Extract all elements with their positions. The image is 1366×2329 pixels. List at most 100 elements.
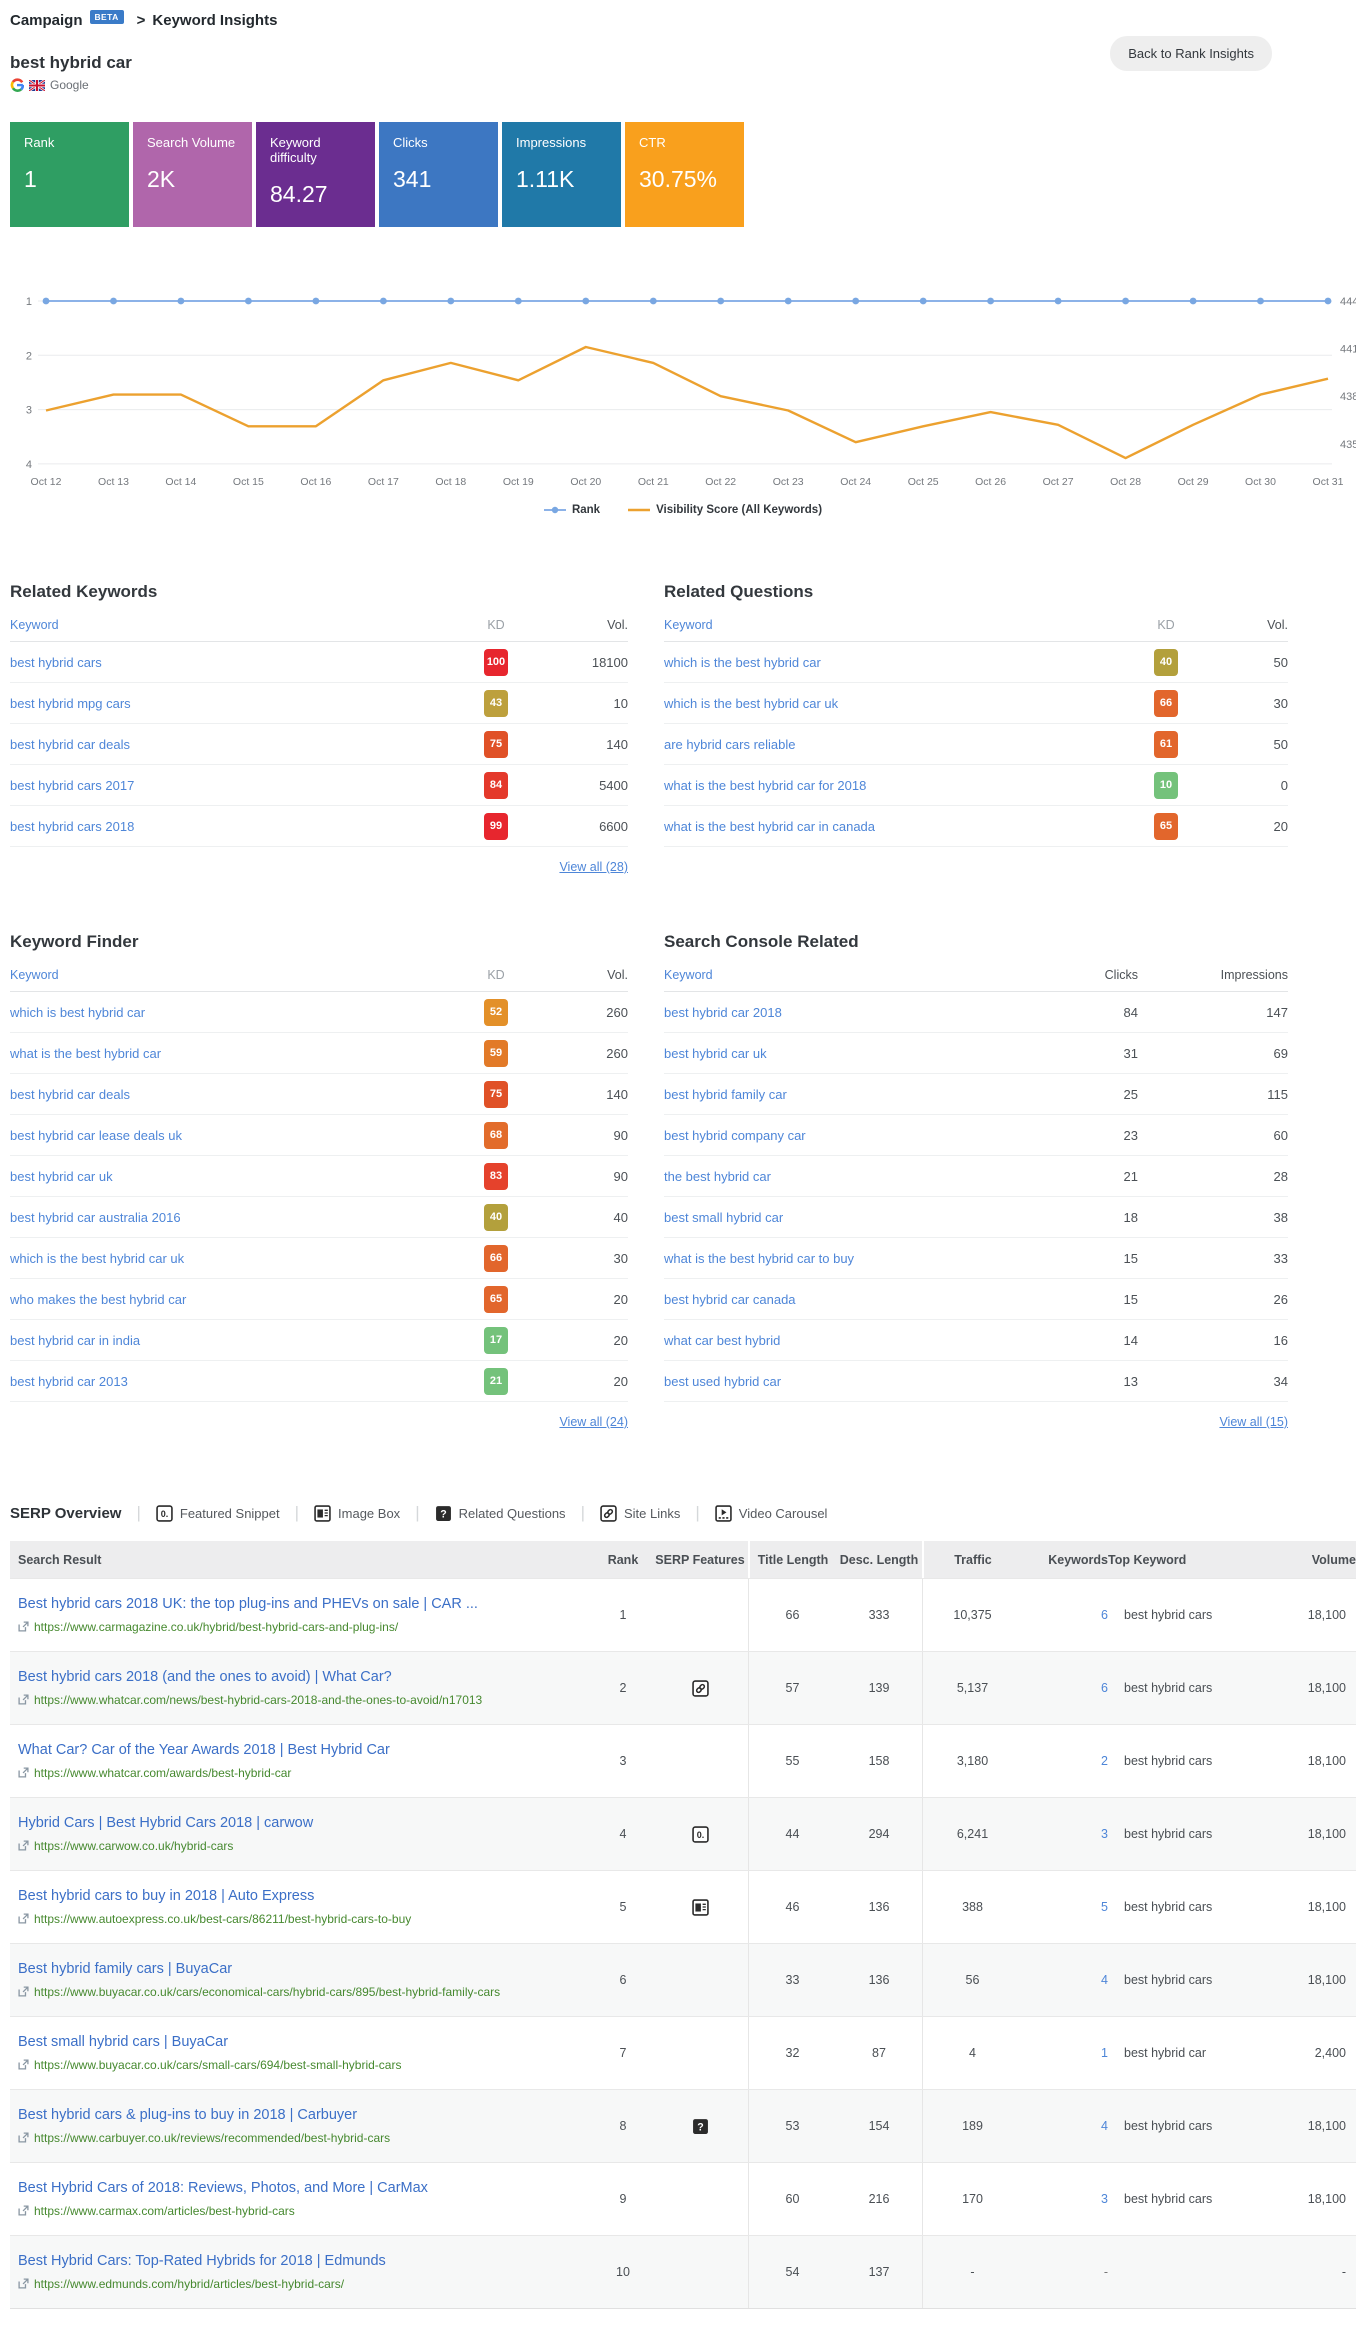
cell-keyword[interactable]: best hybrid mpg cars xyxy=(10,696,464,711)
rank-point[interactable] xyxy=(785,298,792,305)
table-header-row: KeywordKDVol. xyxy=(10,968,628,992)
rank-point[interactable] xyxy=(717,298,724,305)
serp-result-url[interactable]: https://www.whatcar.com/awards/best-hybr… xyxy=(34,1765,291,1781)
cell-keyword[interactable]: best hybrid cars xyxy=(10,655,464,670)
serp-result-title[interactable]: What Car? Car of the Year Awards 2018 | … xyxy=(18,1741,578,1759)
column-header-vol: Vol. xyxy=(1198,618,1288,632)
cell-keyword[interactable]: are hybrid cars reliable xyxy=(664,737,1134,752)
cell-keyword[interactable]: what is the best hybrid car xyxy=(10,1046,464,1061)
legend-item-rank[interactable]: Rank xyxy=(544,504,600,516)
cell-keyword[interactable]: best hybrid car lease deals uk xyxy=(10,1128,464,1143)
cell-keyword[interactable]: the best hybrid car xyxy=(664,1169,1048,1184)
serp-result-url[interactable]: https://www.carwow.co.uk/hybrid-cars xyxy=(34,1838,233,1854)
cell-keyword[interactable]: best hybrid car australia 2016 xyxy=(10,1210,464,1225)
cell-keyword[interactable]: best hybrid car 2018 xyxy=(664,1005,1048,1020)
cell-keyword[interactable]: what is the best hybrid car for 2018 xyxy=(664,778,1134,793)
rank-point[interactable] xyxy=(1055,298,1062,305)
rank-point[interactable] xyxy=(380,298,387,305)
serp-result-title[interactable]: Hybrid Cars | Best Hybrid Cars 2018 | ca… xyxy=(18,1814,578,1832)
serp-result-url[interactable]: https://www.buyacar.co.uk/cars/economica… xyxy=(34,1984,500,2000)
rank-point[interactable] xyxy=(447,298,454,305)
rank-point[interactable] xyxy=(515,298,522,305)
rank-point[interactable] xyxy=(582,298,589,305)
cell-keyword[interactable]: best used hybrid car xyxy=(664,1374,1048,1389)
serp-column-header: Desc. Length xyxy=(836,1541,922,1578)
serp-result-url[interactable]: https://www.edmunds.com/hybrid/articles/… xyxy=(34,2276,344,2292)
serp-result-url[interactable]: https://www.carbuyer.co.uk/reviews/recom… xyxy=(34,2130,390,2146)
serp-volume-cell: 18,100 xyxy=(1264,1798,1356,1870)
cell-keyword[interactable]: best hybrid car deals xyxy=(10,737,464,752)
cell-keyword[interactable]: best hybrid cars 2017 xyxy=(10,778,464,793)
rank-point[interactable] xyxy=(987,298,994,305)
serp-keywords-count[interactable]: 2 xyxy=(1101,1754,1108,1768)
rank-point[interactable] xyxy=(245,298,252,305)
cell-keyword[interactable]: which is best hybrid car xyxy=(10,1005,464,1020)
view-all-link[interactable]: View all (15) xyxy=(664,1415,1288,1429)
cell-keyword[interactable]: best hybrid car 2013 xyxy=(10,1374,464,1389)
serp-result-title[interactable]: Best hybrid cars & plug-ins to buy in 20… xyxy=(18,2106,578,2124)
table-row: which is the best hybrid car4050 xyxy=(664,642,1288,683)
cell-keyword[interactable]: best hybrid car deals xyxy=(10,1087,464,1102)
serp-keywords-count[interactable]: 3 xyxy=(1101,2192,1108,2206)
cell-vol: 90 xyxy=(528,1169,628,1184)
serp-keywords-count[interactable]: 4 xyxy=(1101,1973,1108,1987)
cell-keyword[interactable]: which is the best hybrid car uk xyxy=(10,1251,464,1266)
view-all-link[interactable]: View all (28) xyxy=(10,860,628,874)
cell-keyword[interactable]: best hybrid company car xyxy=(664,1128,1048,1143)
cell-keyword[interactable]: what is the best hybrid car to buy xyxy=(664,1251,1048,1266)
svg-text:444: 444 xyxy=(1340,296,1356,308)
serp-keywords-count[interactable]: 4 xyxy=(1101,2119,1108,2133)
rank-point[interactable] xyxy=(650,298,657,305)
serp-result-url[interactable]: https://www.autoexpress.co.uk/best-cars/… xyxy=(34,1911,411,1927)
cell-keyword[interactable]: who makes the best hybrid car xyxy=(10,1292,464,1307)
breadcrumb-campaign[interactable]: Campaign xyxy=(10,12,83,29)
kd-badge: 61 xyxy=(1154,731,1178,758)
serp-keywords-count[interactable]: 1 xyxy=(1101,2046,1108,2060)
rank-point[interactable] xyxy=(1122,298,1129,305)
serp-keywords-count[interactable]: 6 xyxy=(1101,1608,1108,1622)
serp-result-title[interactable]: Best hybrid cars 2018 (and the ones to a… xyxy=(18,1668,578,1686)
serp-title-length-cell: 57 xyxy=(748,1652,836,1724)
serp-result-url[interactable]: https://www.carmagazine.co.uk/hybrid/bes… xyxy=(34,1619,398,1635)
cell-keyword[interactable]: which is the best hybrid car uk xyxy=(664,696,1134,711)
rank-point[interactable] xyxy=(1257,298,1264,305)
serp-result-url[interactable]: https://www.whatcar.com/news/best-hybrid… xyxy=(34,1692,482,1708)
serp-result-url[interactable]: https://www.carmax.com/articles/best-hyb… xyxy=(34,2203,295,2219)
serp-keywords-count[interactable]: 3 xyxy=(1101,1827,1108,1841)
serp-result-title[interactable]: Best Hybrid Cars: Top-Rated Hybrids for … xyxy=(18,2252,578,2270)
serp-result-title[interactable]: Best hybrid cars 2018 UK: the top plug-i… xyxy=(18,1595,578,1613)
serp-result-url[interactable]: https://www.buyacar.co.uk/cars/small-car… xyxy=(34,2057,401,2073)
cell-vol: 20 xyxy=(528,1374,628,1389)
rank-point[interactable] xyxy=(1190,298,1197,305)
cell-impressions: 38 xyxy=(1138,1210,1288,1225)
cell-keyword[interactable]: best hybrid family car xyxy=(664,1087,1048,1102)
legend-item-visibility-score[interactable]: Visibility Score (All Keywords) xyxy=(628,504,822,516)
cell-vol: 18100 xyxy=(528,655,628,670)
view-all-link[interactable]: View all (24) xyxy=(10,1415,628,1429)
rank-point[interactable] xyxy=(178,298,185,305)
svg-text:?: ? xyxy=(440,1508,446,1520)
cell-keyword[interactable]: best hybrid car uk xyxy=(10,1169,464,1184)
serp-result-title[interactable]: Best hybrid family cars | BuyaCar xyxy=(18,1960,578,1978)
cell-keyword[interactable]: best hybrid car uk xyxy=(664,1046,1048,1061)
cell-keyword[interactable]: which is the best hybrid car xyxy=(664,655,1134,670)
serp-keywords-count[interactable]: 5 xyxy=(1101,1900,1108,1914)
back-to-rank-insights-button[interactable]: Back to Rank Insights xyxy=(1110,36,1272,71)
serp-result-title[interactable]: Best Hybrid Cars of 2018: Reviews, Photo… xyxy=(18,2179,578,2197)
cell-keyword[interactable]: what car best hybrid xyxy=(664,1333,1048,1348)
rank-point[interactable] xyxy=(920,298,927,305)
cell-keyword[interactable]: best small hybrid car xyxy=(664,1210,1048,1225)
rank-point[interactable] xyxy=(43,298,50,305)
rank-point[interactable] xyxy=(313,298,320,305)
cell-keyword[interactable]: best hybrid cars 2018 xyxy=(10,819,464,834)
chart-plot-area: 1234444441438435Oct 12Oct 13Oct 14Oct 15… xyxy=(10,289,1356,496)
cell-keyword[interactable]: best hybrid car in india xyxy=(10,1333,464,1348)
rank-point[interactable] xyxy=(110,298,117,305)
serp-result-title[interactable]: Best small hybrid cars | BuyaCar xyxy=(18,2033,578,2051)
rank-point[interactable] xyxy=(1325,298,1332,305)
rank-point[interactable] xyxy=(852,298,859,305)
serp-result-title[interactable]: Best hybrid cars to buy in 2018 | Auto E… xyxy=(18,1887,578,1905)
cell-keyword[interactable]: what is the best hybrid car in canada xyxy=(664,819,1134,834)
cell-keyword[interactable]: best hybrid car canada xyxy=(664,1292,1048,1307)
serp-keywords-count[interactable]: 6 xyxy=(1101,1681,1108,1695)
